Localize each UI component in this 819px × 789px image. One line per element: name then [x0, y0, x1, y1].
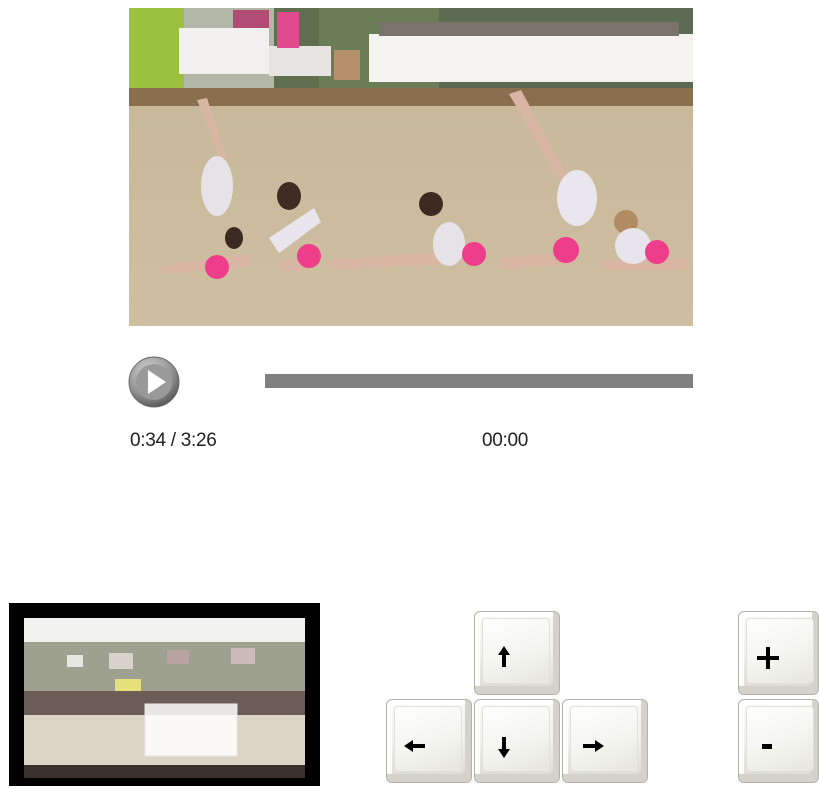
video-image — [129, 8, 693, 326]
minus-icon — [762, 744, 772, 749]
overview-thumbnail[interactable] — [9, 603, 320, 786]
pan-right-key[interactable] — [562, 699, 648, 783]
pan-up-key[interactable] — [474, 611, 560, 695]
time-elapsed-label: 0:34 / 3:26 — [130, 430, 217, 451]
overview-image — [9, 603, 320, 786]
play-icon — [128, 356, 180, 408]
arrow-up-icon — [498, 646, 510, 667]
play-button[interactable] — [128, 356, 180, 408]
viewport-rect — [144, 703, 238, 757]
plus-icon — [757, 647, 779, 669]
arrow-down-icon — [498, 737, 510, 758]
video-frame[interactable] — [129, 8, 693, 326]
zoom-out-key[interactable] — [738, 699, 819, 783]
arrow-left-icon — [404, 740, 425, 752]
zoom-in-key[interactable] — [738, 611, 819, 695]
progress-bar[interactable] — [265, 374, 693, 388]
arrow-right-icon — [583, 740, 604, 752]
time-marker-label: 00:00 — [482, 430, 529, 451]
pan-down-key[interactable] — [474, 699, 560, 783]
pan-left-key[interactable] — [386, 699, 472, 783]
